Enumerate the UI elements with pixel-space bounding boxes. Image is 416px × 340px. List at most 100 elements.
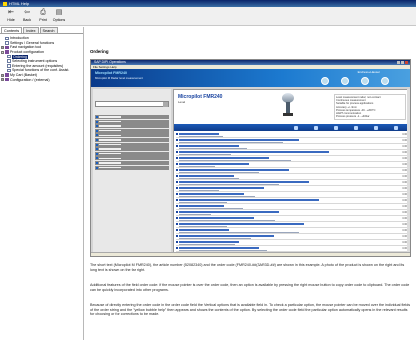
page-icon (5, 36, 9, 41)
row-text (179, 241, 239, 243)
product-description: Level (178, 100, 186, 104)
options-button[interactable]: ▤ Options (51, 7, 67, 25)
row-marker (176, 187, 178, 189)
row-text (179, 151, 329, 153)
row-marker (176, 205, 178, 207)
row-marker (176, 199, 178, 201)
tree-item-label: Introduction (10, 36, 29, 41)
page-title: Ordering (90, 49, 109, 54)
order-code-list: 0.00 0.00 0.00 0.00 0.00 0.00 0.00 0.00 0.00 0.00… (176, 132, 408, 252)
row-subtext (179, 225, 227, 227)
page-icon (7, 59, 11, 64)
window-titlebar: HTML Help (0, 0, 416, 7)
minimize-icon (397, 61, 400, 64)
tab-index[interactable]: Index (23, 27, 39, 33)
embedded-action-toolbar (174, 124, 410, 131)
row-text (179, 157, 269, 159)
row-subtext (179, 171, 259, 173)
expand-icon[interactable]: + (1, 45, 4, 49)
list-item (95, 119, 169, 124)
row-subtext (179, 159, 291, 161)
open-book-icon (5, 50, 9, 54)
info-icon (381, 77, 389, 85)
cart-icon (361, 77, 369, 85)
page-icon (7, 64, 11, 68)
row-text (179, 181, 309, 183)
row-subtext (179, 141, 283, 143)
expand-icon[interactable]: + (1, 78, 4, 82)
embedded-subtitle: Micropilot M Radar level measurement (95, 76, 143, 80)
row-marker (176, 163, 178, 165)
list-item (95, 156, 169, 161)
row-marker (176, 181, 178, 183)
row-text (179, 229, 229, 231)
row-marker (176, 175, 178, 177)
row-marker (176, 151, 178, 153)
row-marker (176, 241, 178, 243)
row-subtext (179, 153, 231, 155)
page-icon (7, 54, 11, 59)
product-features: Level measurement radar; non-contact Con… (334, 94, 406, 121)
maximize-icon (401, 61, 404, 64)
row-marker (176, 211, 178, 213)
collapse-icon[interactable]: - (1, 50, 4, 54)
tree-item-label: Settings / General functions (10, 40, 55, 45)
row-subtext (179, 201, 227, 203)
tools-icon (341, 77, 349, 85)
embedded-scrollbar (407, 89, 410, 254)
book-icon (5, 73, 9, 77)
row-text (179, 235, 274, 237)
toolbar: ⇤ Hide ⇦ Back ⎙ Print ▤ Options (0, 7, 416, 26)
contents-tree: Introduction Settings / General function… (0, 34, 83, 84)
search-icon (354, 125, 358, 130)
back-button-label: Back (23, 18, 31, 22)
row-subtext (179, 183, 279, 185)
row-subtext (179, 177, 239, 179)
cart-icon (394, 125, 398, 130)
nav-tabs: Contents Index Search (0, 27, 83, 34)
row-marker (176, 235, 178, 237)
row-marker (176, 169, 178, 171)
list-item (95, 128, 169, 133)
row-marker (176, 217, 178, 219)
print-button[interactable]: ⎙ Print (35, 7, 51, 25)
tab-contents[interactable]: Contents (1, 27, 23, 33)
row-subtext (179, 243, 235, 245)
globe-icon (321, 77, 329, 85)
row-subtext (179, 147, 247, 149)
row-subtext (179, 213, 211, 215)
row-marker (176, 145, 178, 147)
copy-icon (294, 125, 298, 130)
hide-button[interactable]: ⇤ Hide (3, 7, 19, 25)
paragraph-3: Because of directly entering the order c… (90, 303, 411, 317)
embedded-search-field (95, 101, 169, 107)
tree-item-label: Product configuration (10, 50, 44, 55)
options-button-label: Options (52, 18, 66, 22)
book-icon (5, 77, 9, 82)
embedded-sidebar (93, 89, 171, 254)
row-marker (176, 223, 178, 225)
tree-item-configuration-external[interactable]: + Configuration / (external) (1, 77, 82, 82)
row-marker (176, 229, 178, 231)
row-text (179, 187, 264, 189)
row-text (179, 223, 304, 225)
row-text (179, 145, 239, 147)
back-button[interactable]: ⇦ Back (19, 7, 35, 25)
paragraph-1: The short text (Micropilot M FMR240), th… (90, 263, 405, 272)
tree-item-label: Special functions of the conf. Assist. (12, 68, 70, 73)
book-icon (5, 45, 9, 50)
print-icon (374, 125, 378, 130)
row-subtext (179, 165, 215, 167)
list-item (95, 115, 169, 119)
tree-item-label: Fast navigation tool (10, 45, 42, 50)
list-item (95, 151, 169, 156)
expand-icon[interactable]: + (1, 73, 4, 77)
hide-button-label: Hide (7, 18, 15, 22)
row-text (179, 193, 244, 195)
tree-item-label: Configuration / (external) (10, 77, 50, 82)
row-subtext (179, 189, 219, 191)
print-icon: ⎙ (40, 9, 46, 16)
row-marker (176, 247, 178, 249)
row-text (179, 175, 234, 177)
tab-search[interactable]: Search (39, 27, 58, 33)
